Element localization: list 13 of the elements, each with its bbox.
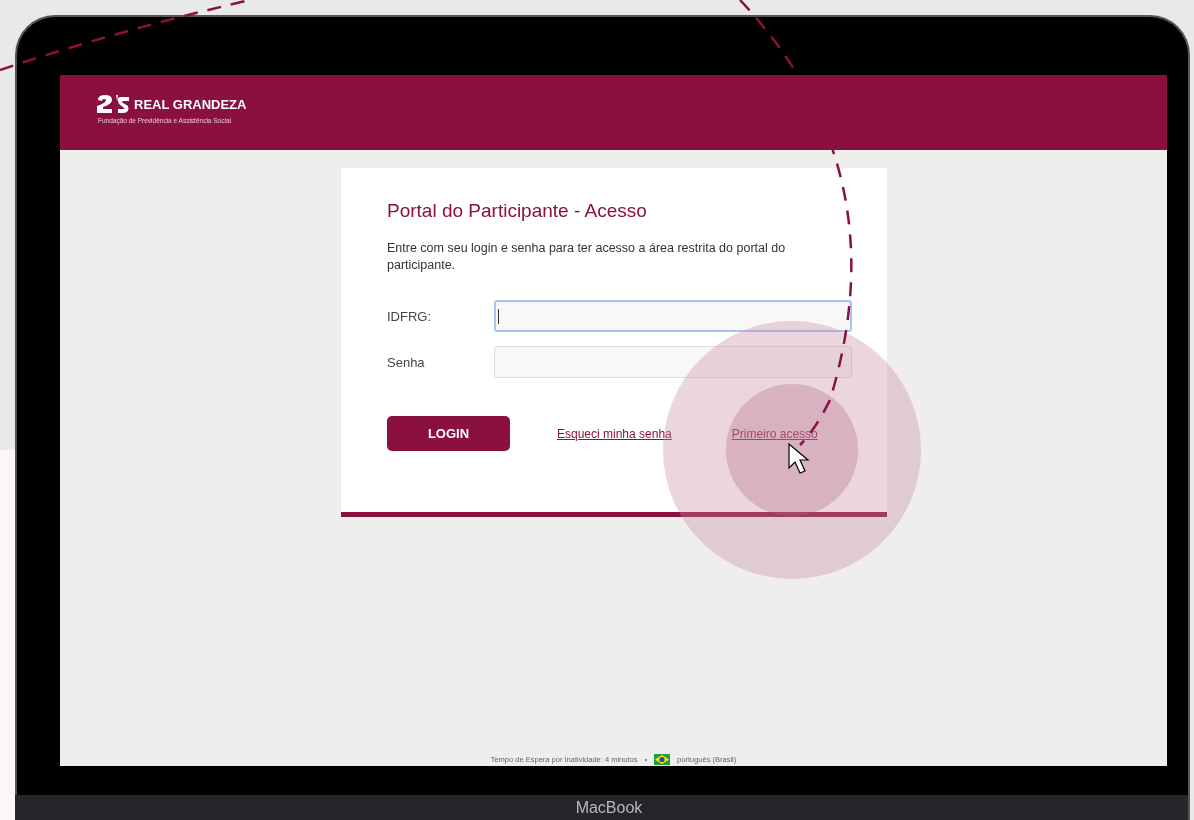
device-label: MacBook: [575, 798, 643, 817]
input-field[interactable]: [494, 346, 852, 378]
logo-icon: [96, 93, 130, 114]
cursor-icon: [788, 442, 810, 474]
flag-icon: [654, 754, 671, 765]
text-link[interactable]: Esqueci minha senha: [557, 426, 672, 441]
field-label: Senha: [387, 354, 426, 370]
brand-name: REAL GRANDEZA: [134, 96, 247, 112]
card-description: Entre com seu login e senha para ter acesso a área restrita do portal do participante.: [387, 240, 787, 274]
field-label: IDFRG:: [387, 308, 433, 324]
input-field[interactable]: [494, 300, 852, 332]
login-button[interactable]: LOGIN: [387, 416, 510, 451]
card-title: Portal do Participante - Acesso: [387, 200, 648, 222]
